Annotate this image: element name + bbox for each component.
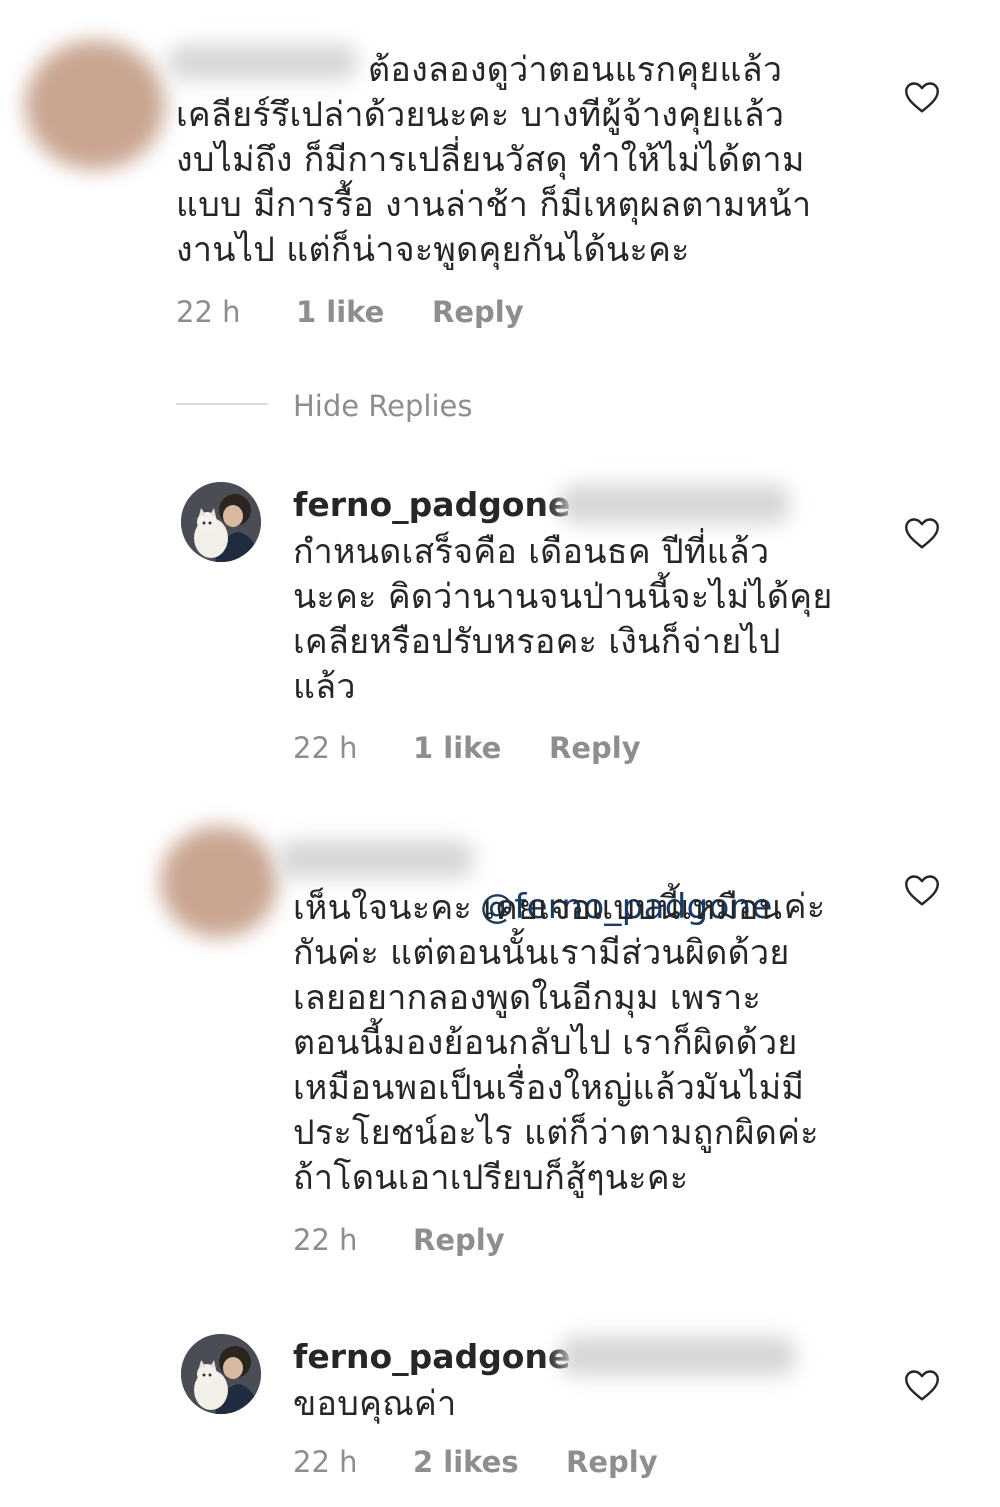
reply-button[interactable]: Reply: [432, 294, 524, 330]
avatar[interactable]: [181, 1334, 261, 1414]
hide-replies-button[interactable]: Hide Replies: [293, 388, 473, 424]
reply-time: 22 h: [293, 731, 358, 765]
heart-outline-icon[interactable]: [904, 80, 940, 114]
comment-likes[interactable]: 1 like: [296, 294, 384, 330]
reply-text: เห็นใจนะคะ เคยเจอแบบนี้เหมือน กันค่ะ แต่…: [293, 888, 819, 1198]
comment-text: ต้องลองดูว่าตอนแรกคุยแล้ว เคลียร์รึเปล่า…: [176, 50, 812, 270]
reply-text: ขอบคุณค่า: [293, 1384, 457, 1424]
reply-name-suffix-blurred: [560, 484, 790, 524]
reply-username[interactable]: ferno_padgone: [293, 1337, 570, 1377]
reply-button[interactable]: Reply: [549, 730, 641, 766]
profile-photo-icon: [181, 482, 261, 562]
replies-divider: [176, 403, 268, 405]
reply-likes[interactable]: 1 like: [413, 730, 501, 766]
reply-likes[interactable]: 2 likes: [413, 1444, 519, 1480]
reply-button[interactable]: Reply: [413, 1222, 505, 1258]
comment-time: 22 h: [176, 295, 241, 329]
reply-text: กำหนดเสร็จคือ เดือนธค ปีที่แล้ว นะคะ คิด…: [293, 532, 833, 707]
reply-username[interactable]: ferno_padgone: [293, 485, 570, 525]
replier-name-blurred[interactable]: [278, 840, 474, 878]
heart-outline-icon[interactable]: [904, 873, 940, 907]
replier-avatar-blurred[interactable]: [160, 826, 278, 938]
heart-outline-icon[interactable]: [904, 1368, 940, 1402]
reply-time: 22 h: [293, 1223, 358, 1257]
heart-outline-icon[interactable]: [904, 516, 940, 550]
avatar[interactable]: [181, 482, 261, 562]
reply-button[interactable]: Reply: [566, 1444, 658, 1480]
profile-photo-icon: [181, 1334, 261, 1414]
reply-time: 22 h: [293, 1445, 358, 1479]
commenter-avatar-blurred[interactable]: [25, 40, 165, 170]
reply-name-suffix-blurred: [560, 1336, 796, 1376]
